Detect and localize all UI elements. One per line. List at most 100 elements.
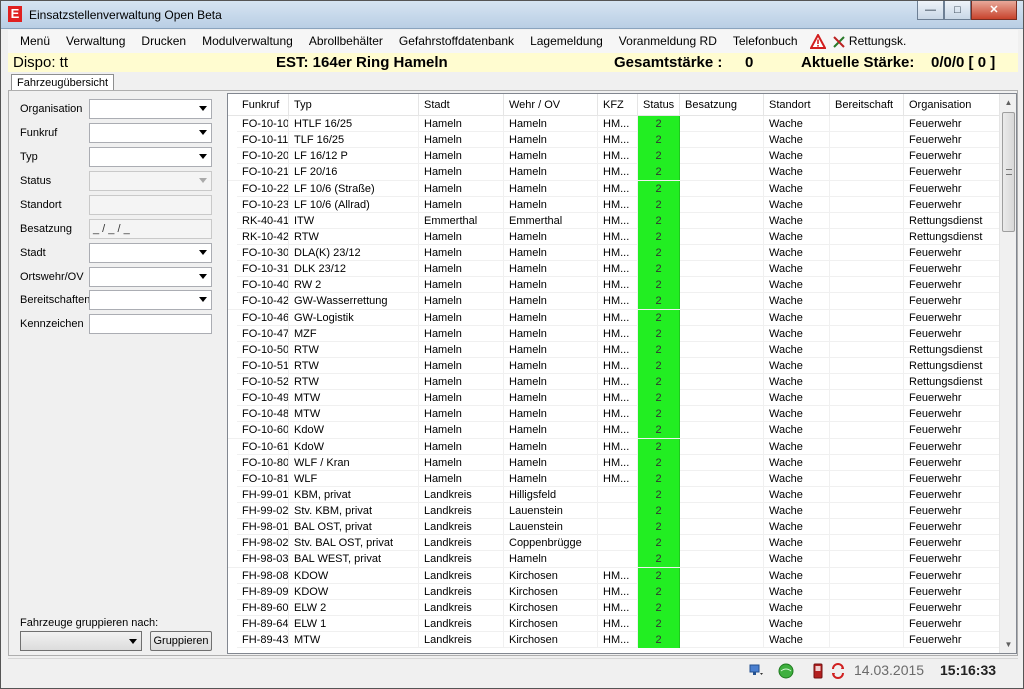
row-header[interactable] <box>228 438 237 455</box>
row-header[interactable] <box>228 148 237 165</box>
row-header[interactable] <box>228 567 237 584</box>
row-header[interactable] <box>228 132 237 149</box>
row-header[interactable] <box>228 309 237 326</box>
menu-item-verwaltung[interactable]: Verwaltung <box>58 30 133 53</box>
row-header[interactable] <box>228 341 237 358</box>
table-row[interactable]: FO-10-21 LF 20/16 Hameln Hameln HM... 2 Wache F… <box>228 164 1001 181</box>
header-col-organisation[interactable]: Organisation <box>904 94 1001 116</box>
row-header[interactable] <box>228 164 237 181</box>
row-header[interactable] <box>228 535 237 552</box>
menu-item-modulverwaltung[interactable]: Modulverwaltung <box>194 30 301 53</box>
table-row[interactable]: FO-10-20 LF 16/12 P Hameln Hameln HM... 2 Wach… <box>228 148 1001 165</box>
header-col-funkruf[interactable]: Funkruf <box>237 94 289 116</box>
warning-triangle-icon[interactable] <box>809 33 826 50</box>
table-row[interactable]: FO-10-80 WLF / Kran Hameln Hameln HM... 2 Wach… <box>228 454 1001 471</box>
table-row[interactable]: FO-10-11 TLF 16/25 Hameln Hameln HM... 2 Wache… <box>228 132 1001 149</box>
header-col-bereitschaft[interactable]: Bereitschaft <box>830 94 904 116</box>
menu-item-gefahrstoffdatenbank[interactable]: Gefahrstoffdatenbank <box>391 30 522 53</box>
scroll-thumb[interactable] <box>1002 112 1015 232</box>
row-header[interactable] <box>228 245 237 261</box>
table-row[interactable]: FO-10-10 HTLF 16/25 Hameln Hameln HM... 2 Wach… <box>228 116 1001 133</box>
scroll-down-icon[interactable]: ▼ <box>1000 636 1016 653</box>
row-header[interactable] <box>228 196 237 213</box>
maximize-icon[interactable]: □ <box>944 1 971 20</box>
kennzeichen-input[interactable] <box>89 314 212 334</box>
header-col-kfz[interactable]: KFZ <box>598 94 638 116</box>
table-row[interactable]: FO-10-48 MTW Hameln Hameln HM... 2 Wache Feuerw… <box>228 406 1001 423</box>
row-header[interactable] <box>228 583 237 600</box>
menu-item-drucken[interactable]: Drucken <box>133 30 194 53</box>
table-row[interactable]: FO-10-61 KdoW Hameln Hameln HM... 2 Wache Feuer… <box>228 438 1001 455</box>
table-row[interactable]: FO-10-60 KdoW Hameln Hameln HM... 2 Wache Feuer… <box>228 422 1001 439</box>
table-row[interactable]: FH-98-08 KDOW Landkreis Kirchosen HM... 2 Wach… <box>228 567 1001 584</box>
table-row[interactable]: FO-10-52 RTW Hameln Hameln HM... 2 Wache Rettun… <box>228 374 1001 391</box>
table-row[interactable]: FO-10-51 RTW Hameln Hameln HM... 2 Wache Rettun… <box>228 357 1001 374</box>
row-header[interactable] <box>228 486 237 503</box>
row-header[interactable] <box>228 180 237 197</box>
funkruf-select[interactable] <box>89 123 212 143</box>
row-header[interactable] <box>228 406 237 423</box>
row-header[interactable] <box>228 357 237 374</box>
row-header[interactable] <box>228 615 237 632</box>
scroll-up-icon[interactable]: ▲ <box>1000 94 1016 111</box>
row-header[interactable] <box>228 632 237 648</box>
close-icon[interactable]: ✕ <box>971 1 1017 20</box>
row-header[interactable] <box>228 454 237 471</box>
menu-item-abrollbehaelter[interactable]: Abrollbehälter <box>301 30 391 53</box>
group-select[interactable] <box>20 631 142 651</box>
title-bar[interactable]: E Einsatzstellenverwaltung Open Beta — □… <box>1 1 1023 29</box>
row-header[interactable] <box>228 551 237 568</box>
menu-item-telefonbuch[interactable]: Telefonbuch <box>725 30 806 53</box>
table-row[interactable]: FO-10-40 RW 2 Hameln Hameln HM... 2 Wache Feuer… <box>228 277 1001 294</box>
group-button[interactable]: Gruppieren <box>150 631 212 651</box>
stadt-select[interactable] <box>89 243 212 263</box>
header-col-wehr[interactable]: Wehr / OV <box>504 94 598 116</box>
menu-item-menue[interactable]: Menü <box>8 30 58 53</box>
row-header[interactable] <box>228 374 237 390</box>
header-col-stadt[interactable]: Stadt <box>419 94 504 116</box>
menu-item-lagemeldung[interactable]: Lagemeldung <box>522 30 611 53</box>
table-row[interactable]: FO-10-42 GW-Wasserrettung Hameln Hameln HM..… <box>228 293 1001 310</box>
row-header[interactable] <box>228 228 237 245</box>
table-row[interactable]: FO-10-46 GW-Logistik Hameln Hameln HM... 2 Wac… <box>228 309 1001 326</box>
table-row[interactable]: FO-10-81 WLF Hameln Hameln HM... 2 Wache Feuerw… <box>228 470 1001 487</box>
vertical-scrollbar[interactable]: ▲ ▼ <box>999 94 1016 653</box>
table-row[interactable]: FH-89-60 ELW 2 Landkreis Kirchosen HM... 2 Wac… <box>228 599 1001 616</box>
minimize-icon[interactable]: — <box>917 1 944 20</box>
row-header[interactable] <box>228 212 237 229</box>
row-header[interactable] <box>228 470 237 487</box>
splitter[interactable] <box>219 91 227 655</box>
table-row[interactable]: FH-99-02 Stv. KBM, privat Landkreis Lauenst… <box>228 503 1001 520</box>
table-row[interactable]: FH-89-09 KDOW Landkreis Kirchosen HM... 2 Wach… <box>228 583 1001 600</box>
row-header[interactable] <box>228 277 237 294</box>
row-header[interactable] <box>228 390 237 407</box>
header-col-typ[interactable]: Typ <box>289 94 419 116</box>
row-header[interactable] <box>228 325 237 342</box>
table-row[interactable]: FH-98-03 BAL WEST, privat Landkreis Hameln 2… <box>228 551 1001 568</box>
row-header[interactable] <box>228 519 237 536</box>
globe-icon[interactable] <box>778 663 794 679</box>
phone-icon[interactable] <box>810 663 826 679</box>
table-row[interactable]: FO-10-23 LF 10/6 (Allrad) Hameln Hameln HM..… <box>228 196 1001 213</box>
menu-item-rettungsk[interactable]: Rettungsk. <box>832 30 915 53</box>
network-icon[interactable] <box>748 663 764 679</box>
table-row[interactable]: FH-89-43 MTW Landkreis Kirchosen HM... 2 Wache… <box>228 632 1001 649</box>
table-row[interactable]: FH-89-64 ELW 1 Landkreis Kirchosen HM... 2 Wac… <box>228 615 1001 632</box>
row-header[interactable] <box>228 422 237 439</box>
row-header[interactable] <box>228 503 237 519</box>
header-col-standort[interactable]: Standort <box>764 94 830 116</box>
sync-icon[interactable] <box>830 663 846 679</box>
menu-item-voranmeldung-rd[interactable]: Voranmeldung RD <box>611 30 725 53</box>
table-row[interactable]: FO-10-31 DLK 23/12 Hameln Hameln HM... 2 Wache… <box>228 261 1001 278</box>
table-row[interactable]: FO-10-22 LF 10/6 (Straße) Hameln Hameln HM..… <box>228 180 1001 197</box>
ortswehr-select[interactable] <box>89 267 212 287</box>
row-header[interactable] <box>228 599 237 616</box>
table-row[interactable]: FO-10-50 RTW Hameln Hameln HM... 2 Wache Rettun… <box>228 341 1001 358</box>
organisation-select[interactable] <box>89 99 212 119</box>
bereitschaften-select[interactable] <box>89 290 212 310</box>
header-col-status[interactable]: Status <box>638 94 680 116</box>
tab-fahrzeuguebersicht[interactable]: Fahrzeugübersicht <box>11 74 115 91</box>
table-row[interactable]: FO-10-49 MTW Hameln Hameln HM... 2 Wache Feuerw… <box>228 390 1001 407</box>
table-row[interactable]: FH-98-01 BAL OST, privat Landkreis Lauenste… <box>228 519 1001 536</box>
table-row[interactable]: FH-99-01 KBM, privat Landkreis Hilligsfeld 2… <box>228 486 1001 503</box>
